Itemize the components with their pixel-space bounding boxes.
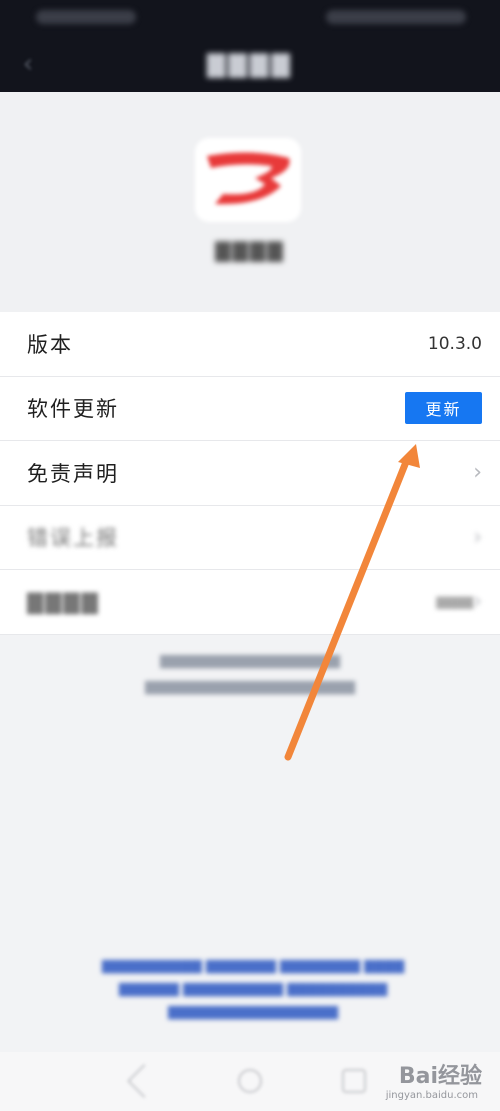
version-value: 10.3.0 xyxy=(427,333,482,354)
update-button[interactable]: 更新 xyxy=(405,392,482,425)
top-bar: ‹ ▇▇▇▇ xyxy=(0,36,500,92)
blurred-row-label: ▇▇▇▇ xyxy=(27,589,100,614)
page-title: ▇▇▇▇ xyxy=(207,50,293,78)
app-name: ▇▇▇▇ xyxy=(215,238,285,262)
chevron-right-icon: › xyxy=(473,589,482,615)
watermark: Bai经验 jingyan.baidu.com xyxy=(386,1058,482,1101)
nav-home-icon[interactable] xyxy=(238,1069,262,1093)
blurred-contact-line-2: ▇▇▇▇▇▇▇▇▇▇▇▇▇▇▇▇▇▇▇▇▇ xyxy=(145,680,355,695)
watermark-brand: Bai经验 xyxy=(398,1064,482,1089)
blurred-row-value: ▇▇▇▇ xyxy=(436,594,474,609)
version-label: 版本 xyxy=(27,332,73,357)
error-report-row[interactable]: 错误上报 › xyxy=(0,506,500,570)
watermark-url: jingyan.baidu.com xyxy=(385,1090,478,1101)
app-info-section: ▇▇▇▇ xyxy=(0,92,500,312)
footer-links[interactable]: ▇▇▇▇▇▇▇▇▇▇ ▇▇▇▇▇▇▇ ▇▇▇▇▇▇▇▇ ▇▇▇▇ ▇▇▇▇▇▇ … xyxy=(28,955,478,1024)
software-update-label: 软件更新 xyxy=(27,397,119,422)
software-update-row: 软件更新 更新 xyxy=(0,377,500,441)
version-row: 版本 10.3.0 xyxy=(0,312,500,377)
nav-back-icon[interactable] xyxy=(127,1064,161,1098)
logo-swoosh-icon xyxy=(207,152,290,205)
blurred-contact-line-1: ▇▇▇▇▇▇▇▇▇▇▇▇▇▇▇▇▇▇ xyxy=(160,654,340,669)
disclaimer-row[interactable]: 免责声明 › xyxy=(0,441,500,506)
settings-list: 版本 10.3.0 软件更新 更新 免责声明 › 错误上报 › ▇▇▇▇ ▇▇▇… xyxy=(0,312,500,635)
status-bar-indicators xyxy=(326,10,466,24)
blurred-row[interactable]: ▇▇▇▇ ▇▇▇▇ › xyxy=(0,570,500,635)
chevron-right-icon: › xyxy=(473,460,482,486)
status-bar xyxy=(0,0,500,36)
chevron-right-icon: › xyxy=(473,524,482,550)
nav-recents-icon[interactable] xyxy=(342,1069,366,1093)
disclaimer-label: 免责声明 xyxy=(27,461,119,486)
app-logo xyxy=(195,138,301,222)
error-report-label: 错误上报 xyxy=(27,526,119,551)
status-bar-carrier xyxy=(36,10,136,24)
